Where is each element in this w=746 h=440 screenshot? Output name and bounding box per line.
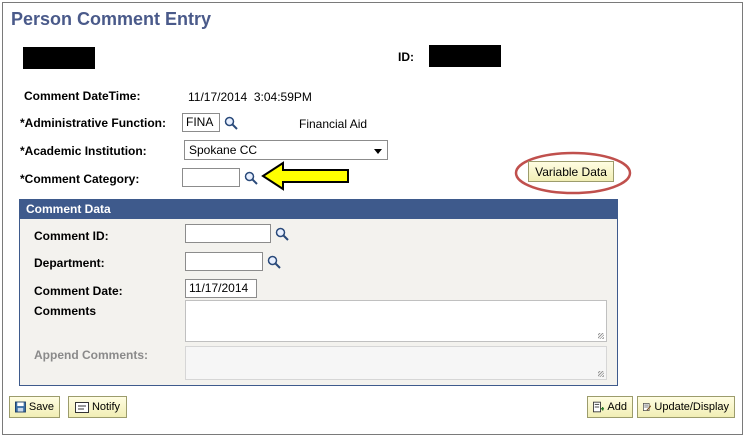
add-label: Add (607, 401, 627, 413)
variable-data-button[interactable]: Variable Data (528, 161, 614, 182)
comment-category-input[interactable] (182, 168, 240, 187)
academic-institution-label: *Academic Institution: (20, 144, 147, 158)
department-lookup-icon[interactable] (267, 255, 281, 269)
add-icon (593, 401, 605, 413)
comment-date-input[interactable]: 11/17/2014 (185, 279, 257, 298)
save-label: Save (28, 401, 54, 413)
comments-label: Comments (34, 304, 97, 318)
resize-grip-icon (598, 371, 604, 377)
comment-data-header: Comment Data (20, 200, 617, 219)
academic-institution-value: Spokane CC (189, 143, 258, 157)
admin-function-description: Financial Aid (299, 117, 368, 131)
redacted-name (23, 47, 95, 69)
resize-grip-icon[interactable] (598, 333, 604, 339)
department-label: Department: (34, 256, 105, 270)
page-title: Person Comment Entry (11, 9, 212, 29)
comment-datetime-value: 11/17/2014 3:04:59PM (188, 90, 312, 104)
notify-label: Notify (91, 401, 121, 413)
comment-id-input[interactable] (185, 224, 271, 243)
academic-institution-select[interactable]: Spokane CC (184, 140, 388, 160)
admin-function-label: *Administrative Function: (20, 116, 167, 130)
comment-id-label: Comment ID: (34, 229, 109, 243)
department-input[interactable] (185, 252, 263, 271)
append-comments-label: Append Comments: (34, 348, 148, 362)
comment-category-lookup-icon[interactable] (244, 171, 258, 185)
admin-function-lookup-icon[interactable] (224, 116, 238, 130)
comment-category-label: *Comment Category: (20, 172, 140, 186)
chevron-down-icon (374, 149, 382, 154)
comment-date-label: Comment Date: (34, 284, 123, 298)
page-frame: Person Comment Entry ID: Comment DateTim… (2, 2, 743, 435)
redacted-id (429, 45, 501, 67)
comment-data-group: Comment Data Comment ID: Department: Com… (19, 199, 618, 386)
update-display-label: Update/Display (654, 401, 729, 413)
append-comments-textarea (185, 346, 607, 380)
id-label: ID: (398, 50, 414, 64)
update-display-icon (643, 403, 652, 411)
comment-id-lookup-icon[interactable] (275, 227, 289, 241)
comment-datetime-label: Comment DateTime: (24, 89, 141, 103)
save-icon (15, 401, 26, 413)
notify-icon (74, 401, 89, 413)
add-button[interactable]: Add (587, 396, 633, 418)
annotation-arrow-icon (261, 161, 349, 191)
notify-button[interactable]: Notify (68, 396, 127, 418)
comments-textarea[interactable] (185, 300, 607, 342)
update-display-button[interactable]: Update/Display (637, 396, 735, 418)
save-button[interactable]: Save (9, 396, 60, 418)
admin-function-input[interactable]: FINA (182, 113, 220, 132)
